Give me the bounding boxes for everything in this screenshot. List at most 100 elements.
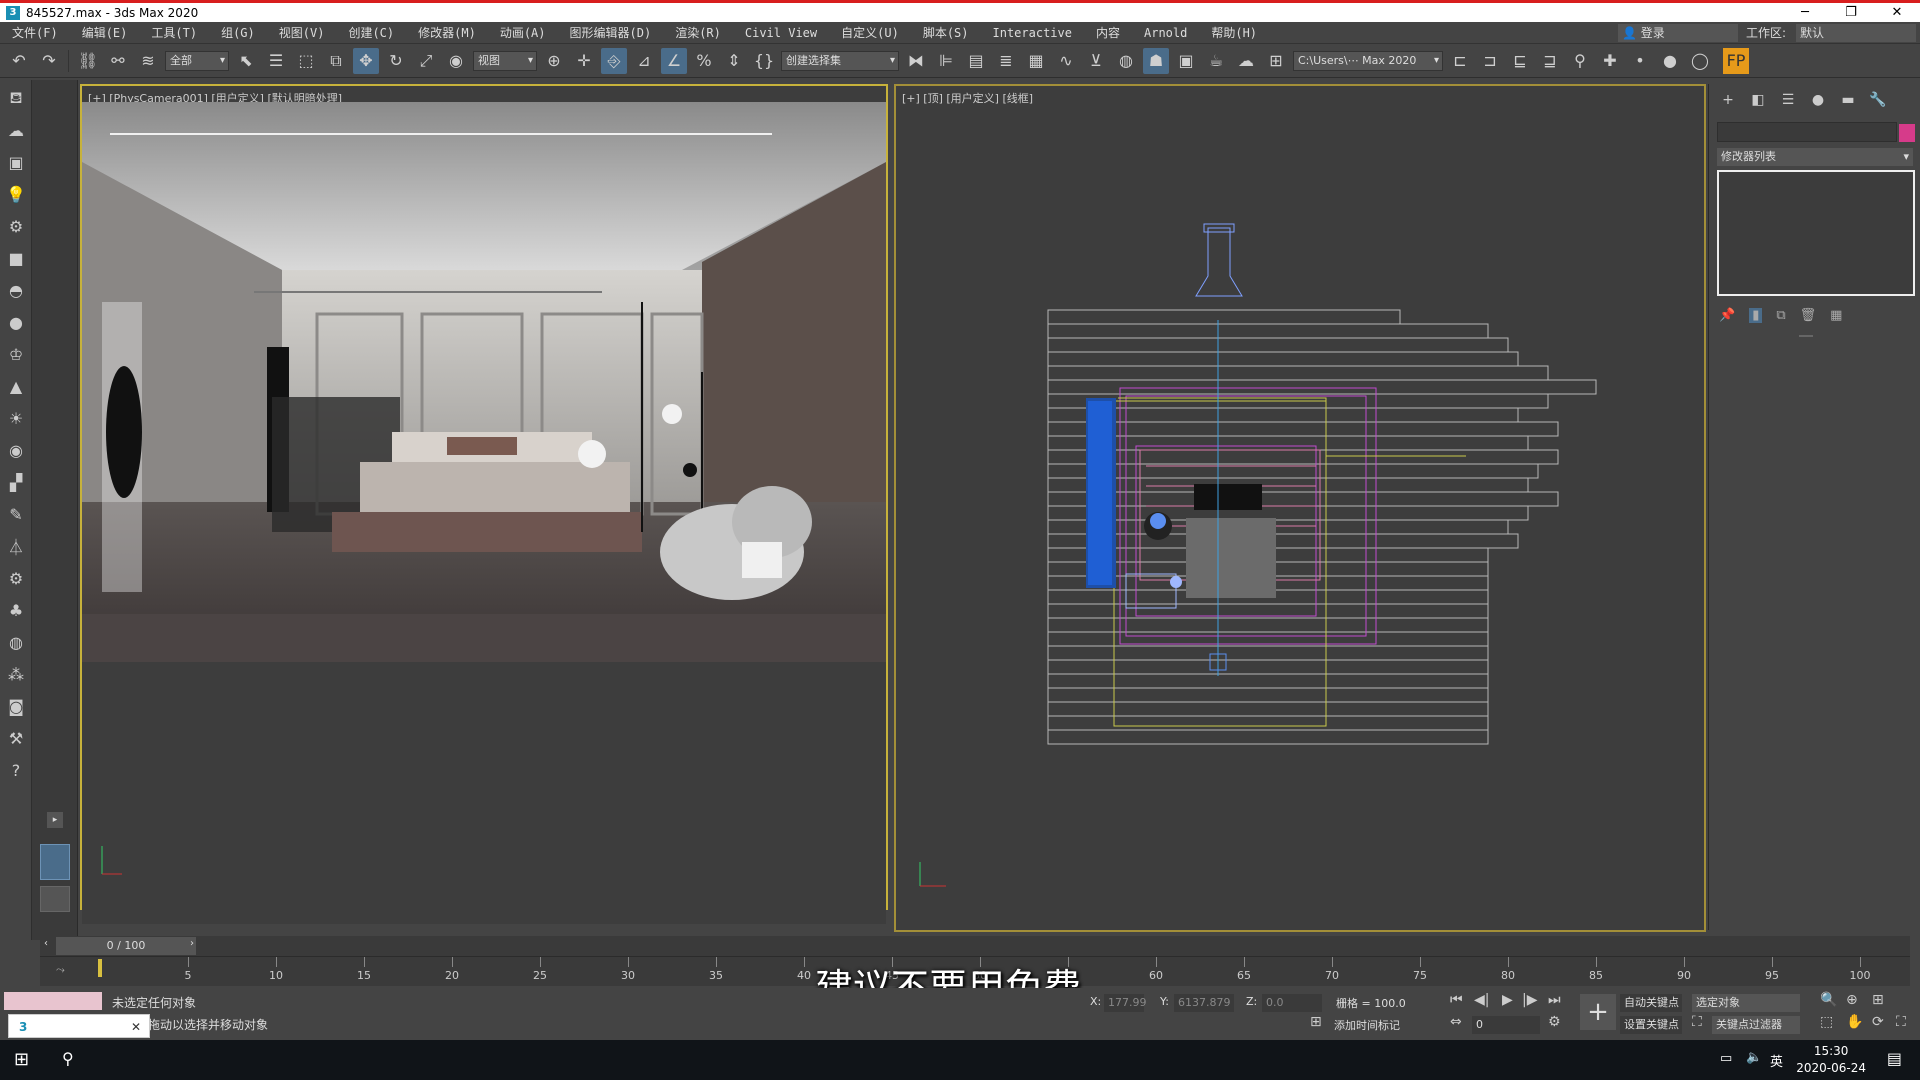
render-production-icon[interactable]: ☕ bbox=[1203, 48, 1229, 74]
select-move-icon[interactable]: ✥ bbox=[353, 47, 379, 74]
link-icon[interactable]: ⛓ bbox=[75, 48, 101, 74]
menu-civil-view[interactable]: Civil View bbox=[733, 26, 829, 40]
menu-rendering[interactable]: 渲染(R) bbox=[663, 24, 733, 41]
project-save-icon[interactable]: ⊒ bbox=[1537, 48, 1563, 74]
camera-viewport[interactable]: [+] [PhysCamera001] [用户定义] [默认明暗处理] bbox=[80, 84, 888, 924]
remove-modifier-icon[interactable]: 🗑 bbox=[1800, 308, 1817, 323]
taskbar-preview-popup[interactable]: 3 ✕ bbox=[8, 1014, 150, 1038]
dome-icon[interactable]: ◓ bbox=[2, 276, 30, 304]
manipulate-icon[interactable]: ✛ bbox=[571, 48, 597, 74]
x-coordinate-field[interactable]: 177.99 bbox=[1104, 994, 1147, 1012]
close-button[interactable]: ✕ bbox=[1874, 5, 1920, 20]
utilities-tab-icon[interactable]: 🔧 bbox=[1867, 90, 1889, 110]
spinner-snap-icon[interactable]: ⇕ bbox=[721, 48, 747, 74]
rendered-frame-window-icon[interactable]: ▣ bbox=[1173, 48, 1199, 74]
auto-key-button[interactable]: 自动关键点 bbox=[1620, 994, 1682, 1012]
key-filters-button[interactable]: 关键点过滤器 bbox=[1712, 1016, 1800, 1034]
previous-frame-icon[interactable]: ◀︎| bbox=[1474, 992, 1489, 1008]
menu-edit[interactable]: 编辑(E) bbox=[70, 24, 140, 41]
menu-tools[interactable]: 工具(T) bbox=[139, 24, 209, 41]
current-frame-marker[interactable] bbox=[98, 959, 102, 977]
layout-single-icon[interactable] bbox=[40, 886, 70, 912]
add-time-tag-icon[interactable]: ⊞ bbox=[1310, 1014, 1322, 1030]
menu-views[interactable]: 视图(V) bbox=[267, 24, 337, 41]
y-coordinate-field[interactable]: 6137.879 bbox=[1174, 994, 1234, 1012]
zoom-all-icon[interactable]: ⊕ bbox=[1846, 992, 1858, 1008]
login-dropdown[interactable]: 👤 登录 bbox=[1618, 23, 1738, 42]
play-icon[interactable]: ▶ bbox=[1502, 992, 1513, 1008]
time-config-icon[interactable]: ⚙ bbox=[1548, 1014, 1561, 1030]
go-to-start-icon[interactable]: ⏮ bbox=[1450, 992, 1463, 1008]
key-mode-icon[interactable]: ⇔ bbox=[1450, 1014, 1462, 1030]
robot-icon[interactable]: ⚙ bbox=[2, 212, 30, 240]
project-open-icon[interactable]: ⊐ bbox=[1477, 48, 1503, 74]
layout-split-icon[interactable] bbox=[40, 844, 70, 880]
menu-modifiers[interactable]: 修改器(M) bbox=[406, 24, 488, 41]
show-end-result-icon[interactable]: ▮ bbox=[1749, 308, 1763, 323]
align-icon[interactable]: ⊫ bbox=[933, 48, 959, 74]
frame-icon[interactable]: ▣ bbox=[2, 148, 30, 176]
keyboard-shortcut-override-icon[interactable]: ⎆ bbox=[601, 47, 627, 74]
gear-icon[interactable]: ⚙ bbox=[2, 564, 30, 592]
menu-group[interactable]: 组(G) bbox=[209, 24, 267, 41]
current-frame-spinner[interactable]: 0 bbox=[1472, 1016, 1540, 1034]
ribbon-toggle-icon[interactable]: ▦ bbox=[1023, 48, 1049, 74]
make-unique-icon[interactable]: ⧉ bbox=[1776, 308, 1785, 323]
extra-tool-3-icon[interactable]: ◯ bbox=[1687, 48, 1713, 74]
window-crossing-icon[interactable]: ⧉ bbox=[323, 48, 349, 74]
named-selection-dropdown[interactable]: 创建选择集 bbox=[781, 50, 899, 71]
field-of-view-icon[interactable]: ⬚ bbox=[1820, 1014, 1833, 1030]
modifier-stack[interactable] bbox=[1717, 170, 1915, 296]
time-slider[interactable]: ‹ 0 / 100 › bbox=[40, 936, 1910, 956]
search-icon[interactable]: ⚲ bbox=[62, 1049, 74, 1068]
mirror-icon[interactable]: ⧓ bbox=[903, 48, 929, 74]
schematic-view-icon[interactable]: ⊻ bbox=[1083, 48, 1109, 74]
configure-sets-icon[interactable]: ▦ bbox=[1830, 308, 1842, 323]
restore-button[interactable]: ❐ bbox=[1828, 5, 1874, 20]
teapot-icon[interactable]: ⛾ bbox=[2, 84, 30, 112]
extra-tool-icon[interactable]: • bbox=[1627, 48, 1653, 74]
particles-icon[interactable]: ⁂ bbox=[2, 660, 30, 688]
popup-close-icon[interactable]: ✕ bbox=[131, 1015, 141, 1039]
menu-arnold[interactable]: Arnold bbox=[1132, 26, 1199, 40]
object-color-swatch[interactable] bbox=[1899, 124, 1915, 142]
expand-arrow-icon[interactable]: ▸ bbox=[47, 812, 63, 828]
time-slider-thumb[interactable]: 0 / 100 bbox=[56, 937, 196, 955]
menu-graph-editors[interactable]: 图形编辑器(D) bbox=[558, 24, 664, 41]
menu-interactive[interactable]: Interactive bbox=[981, 26, 1084, 40]
orbit-icon[interactable]: ⟳ bbox=[1872, 1014, 1884, 1030]
render-icon[interactable]: ◙ bbox=[2, 692, 30, 720]
pivot-center-icon[interactable]: ⊕ bbox=[541, 48, 567, 74]
menu-create[interactable]: 创建(C) bbox=[336, 24, 406, 41]
menu-scripting[interactable]: 脚本(S) bbox=[911, 24, 981, 41]
menu-help[interactable]: 帮助(H) bbox=[1199, 24, 1269, 41]
undo-icon[interactable]: ↶ bbox=[6, 48, 32, 74]
ime-indicator[interactable]: 英 bbox=[1770, 1051, 1783, 1070]
render-setup-icon[interactable]: ☗ bbox=[1143, 47, 1169, 74]
crown-icon[interactable]: ♔ bbox=[2, 340, 30, 368]
next-frame-icon[interactable]: |▶︎ bbox=[1522, 992, 1537, 1008]
time-next-icon[interactable]: › bbox=[190, 938, 194, 949]
menu-content[interactable]: 内容 bbox=[1084, 24, 1132, 41]
plant-icon[interactable]: ♣ bbox=[2, 596, 30, 624]
fp-plugin-icon[interactable]: FP bbox=[1723, 47, 1749, 74]
redo-icon[interactable]: ↷ bbox=[36, 48, 62, 74]
project-folder-icon[interactable]: ⊏ bbox=[1447, 48, 1473, 74]
light-bulb-icon[interactable]: 💡 bbox=[2, 180, 30, 208]
reference-coord-dropdown[interactable]: 视图 bbox=[473, 50, 537, 71]
bind-space-warp-icon[interactable]: ≋ bbox=[135, 48, 161, 74]
populate-icon[interactable]: ✚ bbox=[1597, 48, 1623, 74]
globe-icon[interactable]: ◉ bbox=[2, 436, 30, 464]
selection-filter-dropdown[interactable]: 全部 bbox=[165, 50, 229, 71]
notification-icon[interactable]: ▤ bbox=[1887, 1049, 1902, 1068]
create-tab-icon[interactable]: + bbox=[1717, 90, 1739, 110]
go-to-end-icon[interactable]: ⏭ bbox=[1548, 992, 1561, 1008]
help-icon[interactable]: ? bbox=[2, 756, 30, 784]
snap-toggle-icon[interactable]: ⊿ bbox=[631, 48, 657, 74]
extra-tool-2-icon[interactable]: ● bbox=[1657, 48, 1683, 74]
top-viewport[interactable]: [+] [顶] [用户定义] [线框] bbox=[894, 84, 1706, 932]
key-filters-icon[interactable]: ⛶ bbox=[1692, 1014, 1702, 1030]
percent-snap-icon[interactable]: % bbox=[691, 48, 717, 74]
hierarchy-tab-icon[interactable]: ☰ bbox=[1777, 90, 1799, 110]
sphere-icon[interactable]: ● bbox=[2, 308, 30, 336]
